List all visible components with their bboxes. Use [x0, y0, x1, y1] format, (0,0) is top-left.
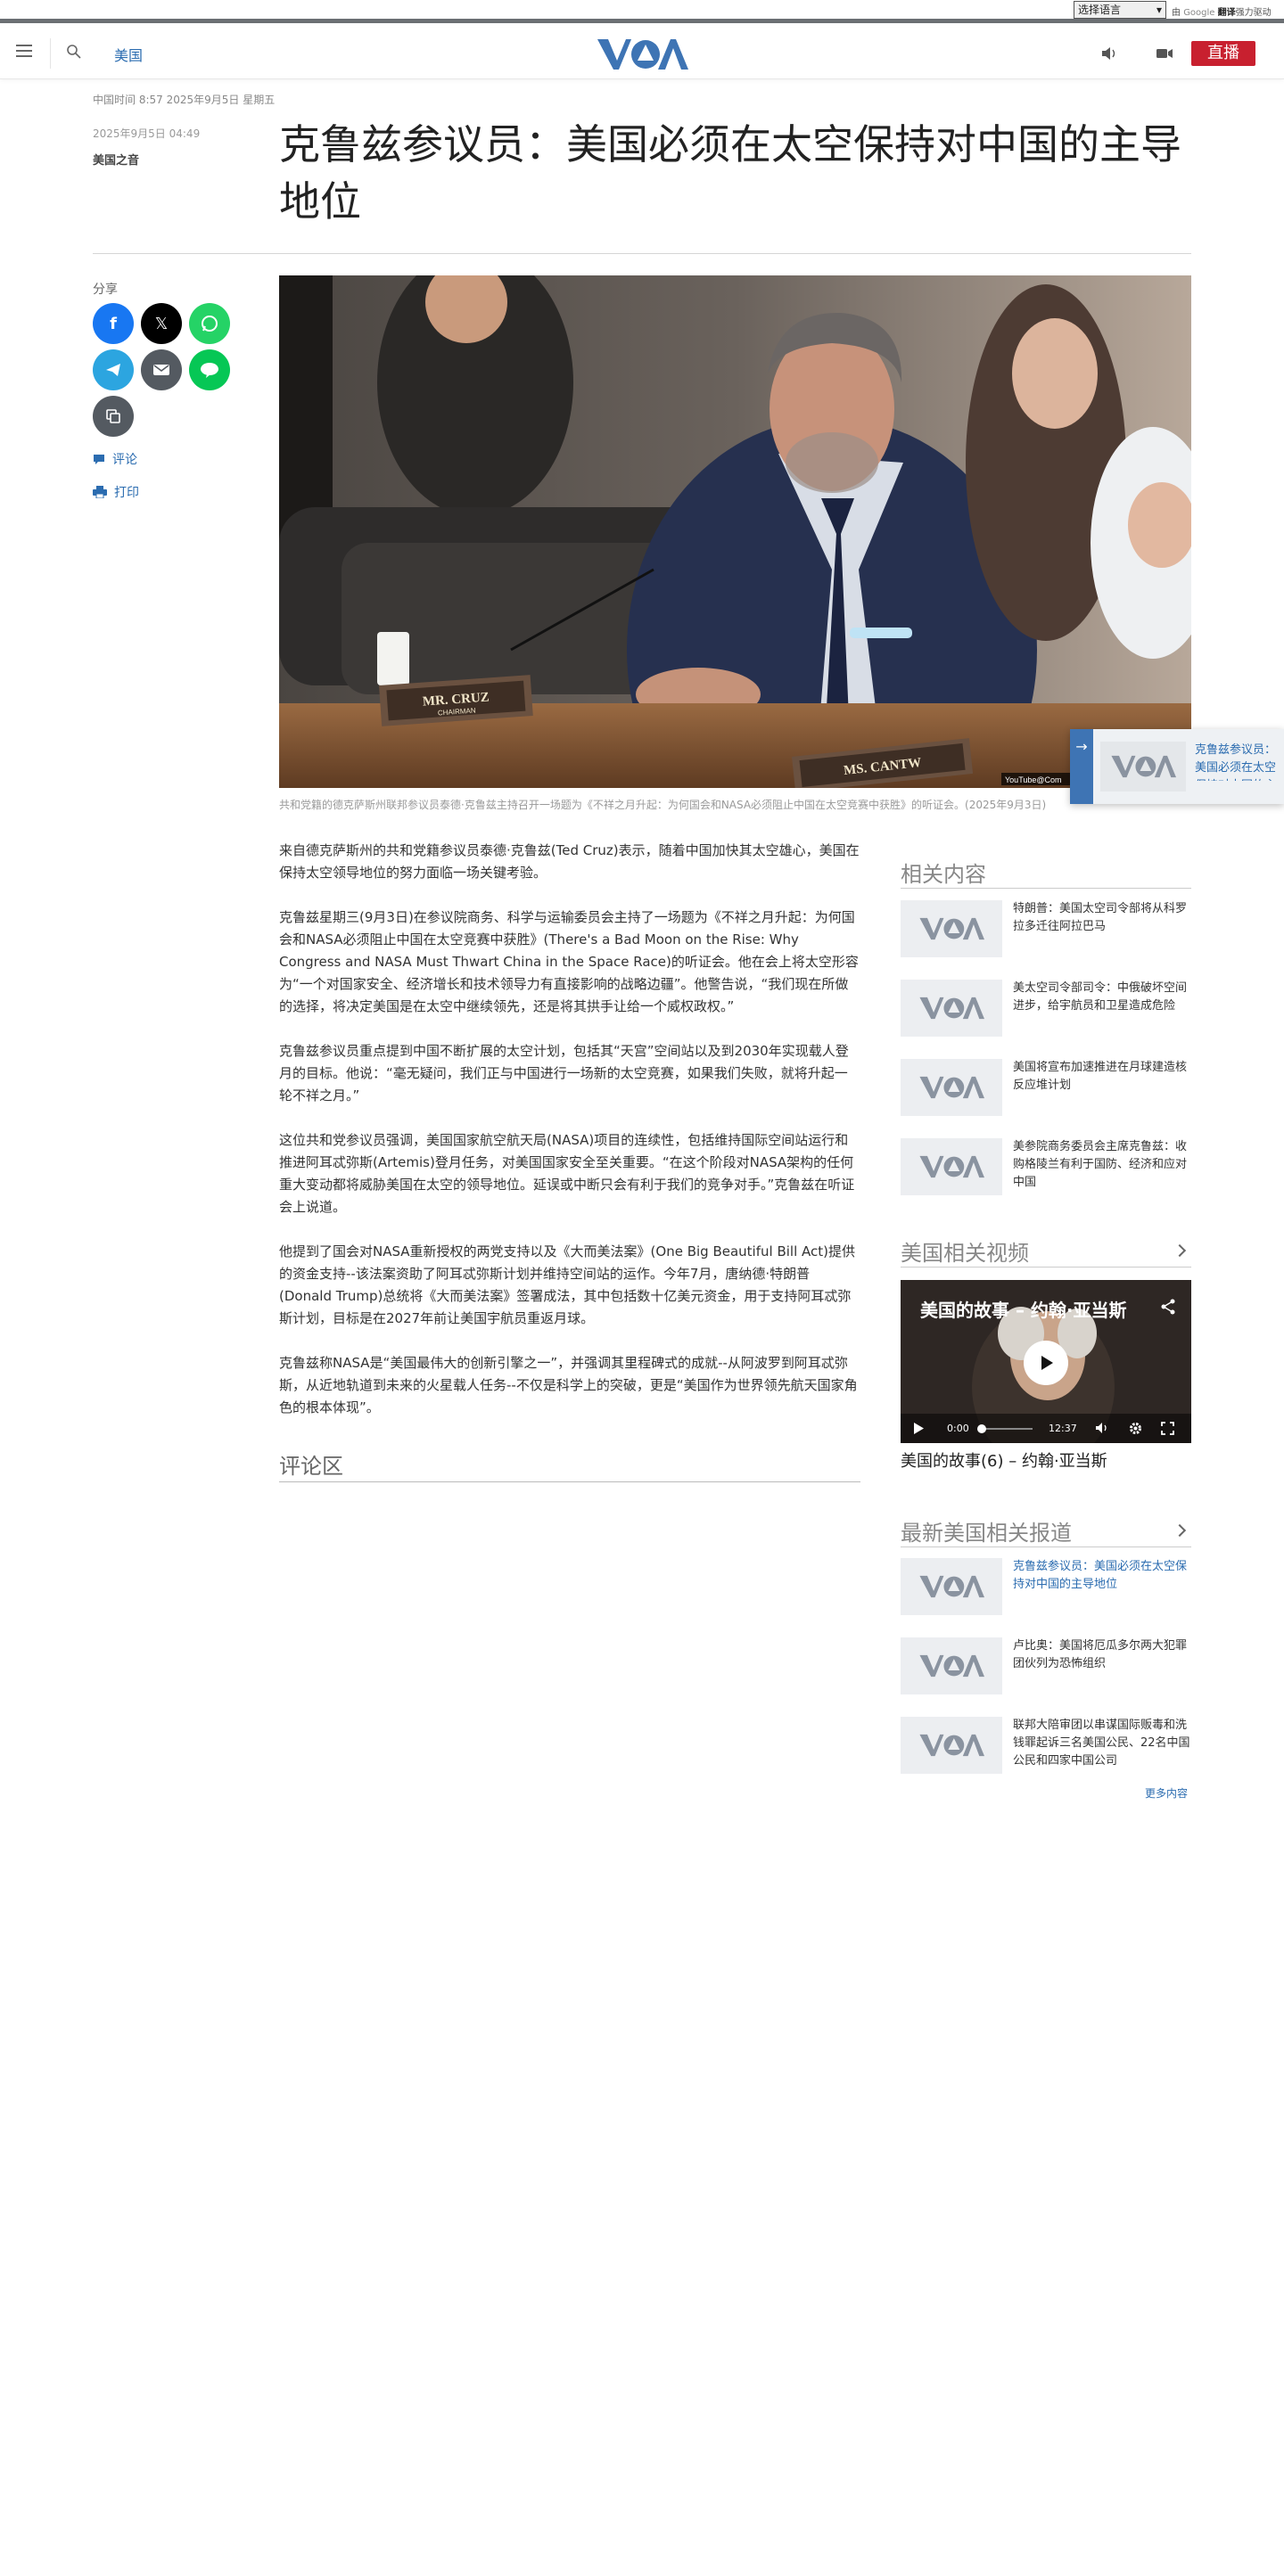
article-hero-image: MR. CRUZ CHAIRMAN MS. CANTW YouTube@Com [279, 275, 1191, 788]
paragraph: 这位共和党参议员强调，美国国家航空航天局(NASA)项目的连续性，包括维持国际空… [279, 1132, 855, 1215]
floating-card-title[interactable]: 克鲁兹参议员：美国必须在太空保持对中国的主导地位 [1195, 742, 1284, 781]
live-button[interactable]: 直播 [1191, 41, 1255, 66]
copy-link-button[interactable] [93, 396, 134, 437]
whatsapp-icon [202, 316, 218, 332]
facebook-icon: f [110, 314, 117, 333]
site-header: 美国 直播 [0, 28, 1284, 79]
voa-logo [901, 1717, 1002, 1774]
section-link[interactable]: 美国 [114, 44, 143, 65]
voa-logo [901, 1637, 1002, 1694]
latest-item[interactable]: 联邦大陪审团以串谋国际贩毒和洗钱罪起诉三名美国公民、22名中国公民和四家中国公司 [901, 1717, 1191, 1774]
email-icon [153, 365, 169, 375]
comment-link[interactable]: 评论 [93, 450, 137, 468]
latest-item-title[interactable]: 联邦大陪审团以串谋国际贩毒和洗钱罪起诉三名美国公民、22名中国公民和四家中国公司 [1013, 1717, 1191, 1770]
paragraph: 他提到了国会对NASA重新授权的两党支持以及《大而美法案》(One Big Be… [279, 1243, 855, 1326]
facebook-share-button[interactable]: f [93, 303, 134, 344]
play-button[interactable] [1024, 1341, 1068, 1385]
paragraph: 克鲁兹称NASA是“美国最伟大的创新引擎之一”，并强调其里程碑式的成就--从阿波… [279, 1355, 858, 1415]
chevron-right-icon[interactable] [1173, 1243, 1187, 1258]
latest-item[interactable]: 克鲁兹参议员：美国必须在太空保持对中国的主导地位 [901, 1558, 1191, 1615]
voa-logo [901, 1558, 1002, 1615]
image-caption: 共和党籍的德克萨斯州联邦参议员泰德·克鲁兹主持召开一场题为《不祥之月升起：为何国… [279, 799, 1047, 811]
x-icon: 𝕏 [154, 314, 169, 333]
voa-logo [1100, 742, 1186, 792]
publish-date: 2025年9月5日 04:49 [93, 127, 201, 140]
copy-icon [106, 409, 120, 423]
article-body: 来自德克萨斯州的共和党籍参议员泰德·克鲁兹(Ted Cruz)表示，随着中国加快… [279, 840, 860, 1441]
voa-logo[interactable] [596, 36, 688, 73]
divider [279, 1481, 860, 1482]
chevron-right-icon[interactable] [1173, 1523, 1187, 1538]
translate-bar: 选择语言 ▾ 由 Google 翻译强力驱动 [0, 0, 1284, 23]
search-icon[interactable] [66, 44, 82, 60]
video-progress-handle[interactable] [977, 1424, 986, 1433]
share-label: 分享 [93, 283, 118, 297]
more-link[interactable]: 更多内容 [1145, 1785, 1188, 1801]
print-link[interactable]: 打印 [93, 483, 139, 501]
video-title: 美国的故事 – 约翰·亚当斯 [920, 1300, 1127, 1321]
whatsapp-share-button[interactable] [189, 303, 230, 344]
article-title: 克鲁兹参议员：美国必须在太空保持对中国的主导地位 [279, 120, 1181, 226]
video-player[interactable]: 美国的故事 – 约翰·亚当斯 0:00 12:37 [901, 1280, 1191, 1443]
comment-icon [94, 454, 104, 464]
language-select[interactable]: 选择语言 ▾ [1074, 1, 1166, 19]
play-icon[interactable] [913, 1423, 924, 1434]
related-item-title[interactable]: 美太空司令部司令：中俄破坏空间进步，给宇航员和卫星造成危险 [1013, 980, 1191, 1015]
share-icon[interactable] [1159, 1298, 1177, 1316]
paragraph: 来自德克萨斯州的共和党籍参议员泰德·克鲁兹(Ted Cruz)表示，随着中国加快… [279, 842, 860, 881]
speaker-icon[interactable] [1100, 45, 1118, 62]
floating-now-reading-card[interactable]: → 克鲁兹参议员：美国必须在太空保持对中国的主导地位 [1070, 729, 1284, 804]
line-icon [201, 363, 218, 378]
related-content-title: 相关内容 [901, 862, 986, 887]
voa-logo [901, 1138, 1002, 1195]
video-duration: 12:37 [1049, 1423, 1077, 1434]
menu-icon[interactable] [16, 45, 32, 59]
voa-logo [901, 1059, 1002, 1116]
video-progress-bar[interactable] [979, 1428, 1033, 1430]
x-share-button[interactable]: 𝕏 [141, 303, 182, 344]
local-time: 中国时间 8:57 2025年9月5日 星期五 [93, 94, 276, 106]
volume-icon[interactable] [1095, 1422, 1109, 1434]
related-item[interactable]: 美太空司令部司令：中俄破坏空间进步，给宇航员和卫星造成危险 [901, 980, 1191, 1037]
latest-item[interactable]: 卢比奥：美国将厄瓜多尔两大犯罪团伙列为恐怖组织 [901, 1637, 1191, 1694]
video-controls: 0:00 12:37 [901, 1414, 1191, 1443]
videos-section-title[interactable]: 美国相关视频 [901, 1235, 1029, 1267]
arrow-right-icon[interactable]: → [1070, 729, 1093, 804]
related-item[interactable]: 美参院商务委员会主席克鲁兹：收购格陵兰有利于国防、经济和应对中国 [901, 1138, 1191, 1195]
related-item-title[interactable]: 美参院商务委员会主席克鲁兹：收购格陵兰有利于国防、经济和应对中国 [1013, 1138, 1191, 1192]
paragraph: 克鲁兹参议员重点提到中国不断扩展的太空计划，包括其“天宫”空间站以及到2030年… [279, 1043, 849, 1103]
comments-section-title: 评论区 [279, 1454, 343, 1479]
paragraph: 克鲁兹星期三(9月3日)在参议院商务、科学与运输委员会主持了一场题为《不祥之月升… [279, 909, 859, 1014]
related-item-title[interactable]: 美国将宣布加速推进在月球建造核反应堆计划 [1013, 1059, 1191, 1095]
latest-item-title[interactable]: 克鲁兹参议员：美国必须在太空保持对中国的主导地位 [1013, 1558, 1191, 1594]
divider [901, 888, 1191, 889]
latest-reports-title[interactable]: 最新美国相关报道 [901, 1515, 1072, 1546]
byline[interactable]: 美国之音 [93, 151, 139, 168]
telegram-icon [106, 364, 120, 376]
voa-logo [901, 900, 1002, 957]
email-share-button[interactable] [141, 349, 182, 390]
divider [901, 1546, 1191, 1547]
latest-item-title[interactable]: 卢比奥：美国将厄瓜多尔两大犯罪团伙列为恐怖组织 [1013, 1637, 1191, 1673]
print-icon [93, 486, 107, 498]
related-item[interactable]: 特朗普：美国太空司令部将从科罗拉多迁往阿拉巴马 [901, 900, 1191, 957]
language-select-label: 选择语言 [1078, 4, 1122, 16]
telegram-share-button[interactable] [93, 349, 134, 390]
video-caption[interactable]: 美国的故事(6) – 约翰·亚当斯 [901, 1448, 1107, 1472]
divider [50, 38, 51, 69]
play-icon [1041, 1356, 1053, 1370]
line-share-button[interactable] [189, 349, 230, 390]
divider [93, 253, 1191, 254]
video-current-time: 0:00 [947, 1423, 969, 1434]
related-item-title[interactable]: 特朗普：美国太空司令部将从科罗拉多迁往阿拉巴马 [1013, 900, 1191, 936]
powered-by-google: 由 Google 翻译强力驱动 [1172, 8, 1272, 18]
related-item[interactable]: 美国将宣布加速推进在月球建造核反应堆计划 [901, 1059, 1191, 1116]
chevron-down-icon: ▾ [1156, 4, 1162, 16]
video-camera-icon[interactable] [1156, 47, 1173, 60]
voa-logo [901, 980, 1002, 1037]
fullscreen-icon[interactable] [1161, 1422, 1174, 1435]
settings-gear-icon[interactable] [1129, 1422, 1142, 1435]
image-watermark: YouTube@Com [1005, 775, 1062, 784]
